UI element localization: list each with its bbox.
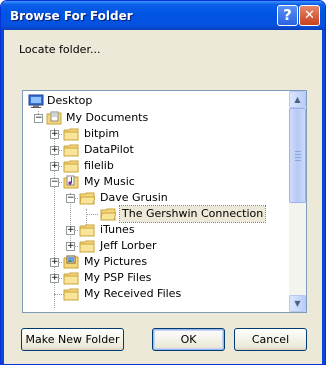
folder-icon	[79, 240, 95, 253]
window-left-border	[1, 30, 4, 364]
tree-item-bitpim[interactable]: + bitpim	[23, 126, 288, 142]
scroll-up-button[interactable]: ▲	[289, 91, 306, 108]
chevron-up-icon: ▲	[294, 95, 301, 104]
tree-item-label: Jeff Lorber	[100, 239, 157, 252]
tree-item-label: My Music	[84, 175, 135, 188]
folder-icon	[63, 128, 79, 141]
collapse-icon[interactable]: −	[50, 178, 59, 187]
tree-scrollbar[interactable]: ▲ ▼	[289, 91, 306, 312]
tree-item-my-documents[interactable]: − My Documents	[23, 110, 288, 126]
tree-item-label: My PSP Files	[84, 271, 152, 284]
tree-item-datapilot[interactable]: + DataPilot	[23, 142, 288, 158]
chevron-down-icon: ▼	[294, 299, 301, 308]
ok-button[interactable]: OK	[152, 328, 225, 351]
music-folder-icon	[63, 175, 79, 189]
documents-folder-icon	[46, 111, 62, 125]
folder-icon	[63, 160, 79, 173]
cancel-button[interactable]: Cancel	[234, 328, 307, 351]
tree-item-my-music[interactable]: − My Music	[23, 174, 288, 190]
window-title: Browse For Folder	[10, 9, 133, 23]
folder-tree[interactable]: Desktop − My Documents + bitpim + DataPi…	[22, 90, 307, 313]
tree-item-jeff-lorber[interactable]: + Jeff Lorber	[23, 238, 288, 254]
help-icon: ?	[283, 6, 292, 24]
tree-item-label: The Gershwin Connection	[118, 205, 267, 223]
tree-item-my-received-files[interactable]: My Received Files	[23, 286, 288, 302]
open-folder-icon	[100, 208, 116, 221]
prompt-label: Locate folder...	[19, 43, 101, 56]
pictures-folder-icon	[63, 255, 79, 269]
help-button[interactable]: ?	[277, 5, 298, 26]
expand-icon[interactable]: +	[66, 226, 75, 235]
expand-icon[interactable]: +	[50, 146, 59, 155]
tree-item-label: My Pictures	[84, 255, 148, 268]
tree-item-label: DataPilot	[84, 143, 134, 156]
make-new-folder-button[interactable]: Make New Folder	[21, 328, 124, 351]
tree-item-desktop[interactable]: Desktop	[23, 93, 288, 109]
tree-item-my-psp-files[interactable]: + My PSP Files	[23, 270, 288, 286]
expand-icon[interactable]: +	[50, 162, 59, 171]
expand-icon[interactable]: +	[66, 242, 75, 251]
folder-icon	[79, 224, 95, 237]
grip-icon	[295, 154, 301, 155]
tree-item-label: My Received Files	[84, 287, 182, 300]
folder-icon	[63, 288, 79, 301]
scroll-down-button[interactable]: ▼	[289, 295, 306, 312]
expand-icon[interactable]: +	[50, 258, 59, 267]
expand-icon[interactable]: +	[50, 130, 59, 139]
grip-icon	[295, 160, 301, 161]
tree-item-label: bitpim	[84, 127, 120, 140]
tree-item-my-pictures[interactable]: + My Pictures	[23, 254, 288, 270]
title-bar[interactable]: Browse For Folder ? ✕	[1, 1, 325, 30]
folder-icon	[63, 272, 79, 285]
tree-item-label: Desktop	[47, 94, 93, 107]
tree-item-itunes[interactable]: + iTunes	[23, 222, 288, 238]
tree-item-label: iTunes	[100, 223, 135, 236]
tree-item-label: My Documents	[66, 111, 149, 124]
desktop-icon	[28, 94, 44, 108]
expand-icon[interactable]: +	[50, 274, 59, 283]
tree-item-label: Dave Grusin	[100, 191, 168, 204]
grip-icon	[295, 151, 301, 152]
folder-icon	[63, 144, 79, 157]
scroll-thumb[interactable]	[289, 108, 306, 203]
close-button[interactable]: ✕	[299, 5, 320, 26]
window-right-border	[322, 30, 325, 364]
tree-item-dave-grusin[interactable]: − Dave Grusin	[23, 190, 288, 206]
tree-item-filelib[interactable]: + filelib	[23, 158, 288, 174]
close-icon: ✕	[304, 8, 315, 23]
collapse-icon[interactable]: −	[34, 114, 43, 123]
tree-item-the-gershwin-connection[interactable]: The Gershwin Connection	[23, 205, 288, 223]
tree-item-label: filelib	[84, 159, 114, 172]
collapse-icon[interactable]: −	[66, 194, 75, 203]
grip-icon	[295, 157, 301, 158]
browse-for-folder-dialog: Browse For Folder ? ✕ Locate folder... D…	[0, 0, 326, 365]
open-folder-icon	[79, 192, 95, 205]
